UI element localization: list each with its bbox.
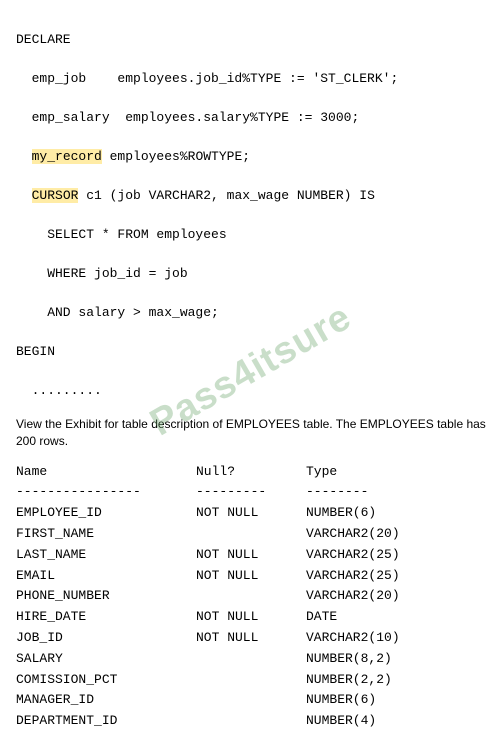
table-row: COMISSION_PCT NUMBER(2,2) xyxy=(16,670,486,691)
table-row: HIRE_DATENOT NULLDATE xyxy=(16,607,486,628)
code-line-emp-job: emp_job employees.job_id%TYPE := 'ST_CLE… xyxy=(16,71,398,86)
cell-null xyxy=(196,586,306,607)
table-rows-container: EMPLOYEE_IDNOT NULLNUMBER(6)FIRST_NAMEVA… xyxy=(16,503,486,732)
cell-name: MANAGER_ID xyxy=(16,690,196,711)
cell-null xyxy=(196,649,306,670)
cell-name: FIRST_NAME xyxy=(16,524,196,545)
divider-name: ---------------- xyxy=(16,482,196,503)
table-divider: ---------------- --------- -------- xyxy=(16,482,486,503)
cell-name: DEPARTMENT_ID xyxy=(16,711,196,732)
cell-name: LAST_NAME xyxy=(16,545,196,566)
table-row: FIRST_NAME VARCHAR2(20) xyxy=(16,524,486,545)
divider-null: --------- xyxy=(196,482,306,503)
table-row: DEPARTMENT_ID NUMBER(4) xyxy=(16,711,486,732)
table-header: Name Null? Type xyxy=(16,462,486,483)
cell-null: NOT NULL xyxy=(196,628,306,649)
cell-null: NOT NULL xyxy=(196,607,306,628)
cell-name: EMPLOYEE_ID xyxy=(16,503,196,524)
cell-null: NOT NULL xyxy=(196,545,306,566)
table-row: SALARY NUMBER(8,2) xyxy=(16,649,486,670)
cell-name: SALARY xyxy=(16,649,196,670)
header-type: Type xyxy=(306,462,446,483)
cell-name: JOB_ID xyxy=(16,628,196,649)
code-line-my-record-pre xyxy=(16,149,32,164)
code-line-my-record-post: employees%ROWTYPE; xyxy=(102,149,250,164)
cell-type: NUMBER(8,2) xyxy=(306,649,446,670)
code-line-cursor-post: c1 (job VARCHAR2, max_wage NUMBER) IS xyxy=(78,188,374,203)
table-row: LAST_NAMENOT NULLVARCHAR2(25) xyxy=(16,545,486,566)
cell-type: VARCHAR2(25) xyxy=(306,566,446,587)
table-row: PHONE_NUMBER VARCHAR2(20) xyxy=(16,586,486,607)
code-line-and: AND salary > max_wage; xyxy=(16,305,219,320)
cell-null: NOT NULL xyxy=(196,503,306,524)
code-block: DECLARE emp_job employees.job_id%TYPE :=… xyxy=(16,10,486,400)
highlight-my-record: my_record xyxy=(32,149,102,164)
cell-null: NOT NULL xyxy=(196,566,306,587)
exhibit-description: View the Exhibit for table description o… xyxy=(16,416,486,450)
highlight-cursor: CURSOR xyxy=(32,188,79,203)
header-null: Null? xyxy=(196,462,306,483)
code-line-begin: BEGIN xyxy=(16,344,55,359)
code-line-dots: ......... xyxy=(16,383,102,398)
cell-type: VARCHAR2(10) xyxy=(306,628,446,649)
cell-null xyxy=(196,670,306,691)
cell-type: NUMBER(2,2) xyxy=(306,670,446,691)
divider-type: -------- xyxy=(306,482,446,503)
cell-type: DATE xyxy=(306,607,446,628)
cell-null xyxy=(196,690,306,711)
code-line-select: SELECT * FROM employees xyxy=(16,227,227,242)
cell-type: NUMBER(6) xyxy=(306,503,446,524)
code-line-where: WHERE job_id = job xyxy=(16,266,188,281)
cell-type: NUMBER(6) xyxy=(306,690,446,711)
table-row: EMAILNOT NULLVARCHAR2(25) xyxy=(16,566,486,587)
cell-null xyxy=(196,711,306,732)
code-line-cursor-pre xyxy=(16,188,32,203)
table-row: MANAGER_ID NUMBER(6) xyxy=(16,690,486,711)
code-line-declare: DECLARE xyxy=(16,32,71,47)
cell-null xyxy=(196,524,306,545)
cell-type: VARCHAR2(20) xyxy=(306,586,446,607)
header-name: Name xyxy=(16,462,196,483)
cell-type: VARCHAR2(25) xyxy=(306,545,446,566)
employees-table: Name Null? Type ---------------- -------… xyxy=(16,462,486,732)
table-row: EMPLOYEE_IDNOT NULLNUMBER(6) xyxy=(16,503,486,524)
table-row: JOB_IDNOT NULLVARCHAR2(10) xyxy=(16,628,486,649)
cell-name: COMISSION_PCT xyxy=(16,670,196,691)
cell-name: PHONE_NUMBER xyxy=(16,586,196,607)
code-line-emp-salary: emp_salary employees.salary%TYPE := 3000… xyxy=(16,110,359,125)
cell-name: EMAIL xyxy=(16,566,196,587)
cell-type: NUMBER(4) xyxy=(306,711,446,732)
cell-name: HIRE_DATE xyxy=(16,607,196,628)
cell-type: VARCHAR2(20) xyxy=(306,524,446,545)
